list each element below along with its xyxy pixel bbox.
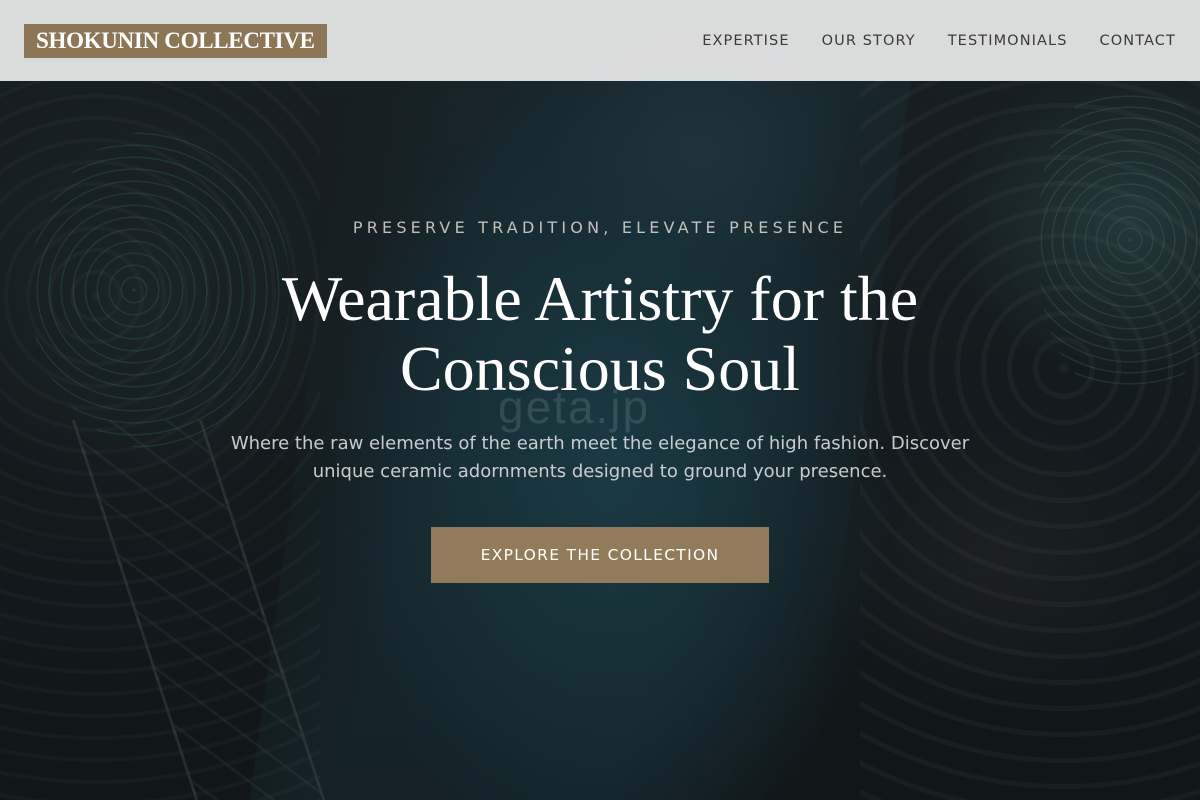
nav-link-our-story[interactable]: OUR STORY	[822, 33, 916, 49]
hero-subtext-line-2: unique ceramic adornments designed to gr…	[312, 461, 888, 482]
hero-headline-line-1: Wearable Artistry for the	[281, 263, 919, 334]
hero-subtext-line-1: Where the raw elements of the earth meet…	[230, 433, 970, 454]
hero-eyebrow: PRESERVE TRADITION, ELEVATE PRESENCE	[352, 218, 848, 237]
hero-subtext: Where the raw elements of the earth meet…	[0, 430, 1200, 486]
nav-link-expertise[interactable]: EXPERTISE	[702, 33, 789, 49]
hero-headline-line-2: Conscious Soul	[399, 333, 801, 404]
nav-link-contact[interactable]: CONTACT	[1100, 33, 1176, 49]
nav-link-testimonials[interactable]: TESTIMONIALS	[948, 33, 1068, 49]
site-header: SHOKUNIN COLLECTIVE EXPERTISE OUR STORY …	[0, 0, 1200, 81]
hero-headline: Wearable Artistry for the Conscious Soul	[0, 264, 1200, 404]
main-nav: EXPERTISE OUR STORY TESTIMONIALS CONTACT	[670, 33, 1176, 49]
site-logo[interactable]: SHOKUNIN COLLECTIVE	[24, 23, 327, 58]
hero-section: PRESERVE TRADITION, ELEVATE PRESENCE Wea…	[0, 218, 1200, 583]
explore-collection-button[interactable]: EXPLORE THE COLLECTION	[431, 527, 769, 583]
